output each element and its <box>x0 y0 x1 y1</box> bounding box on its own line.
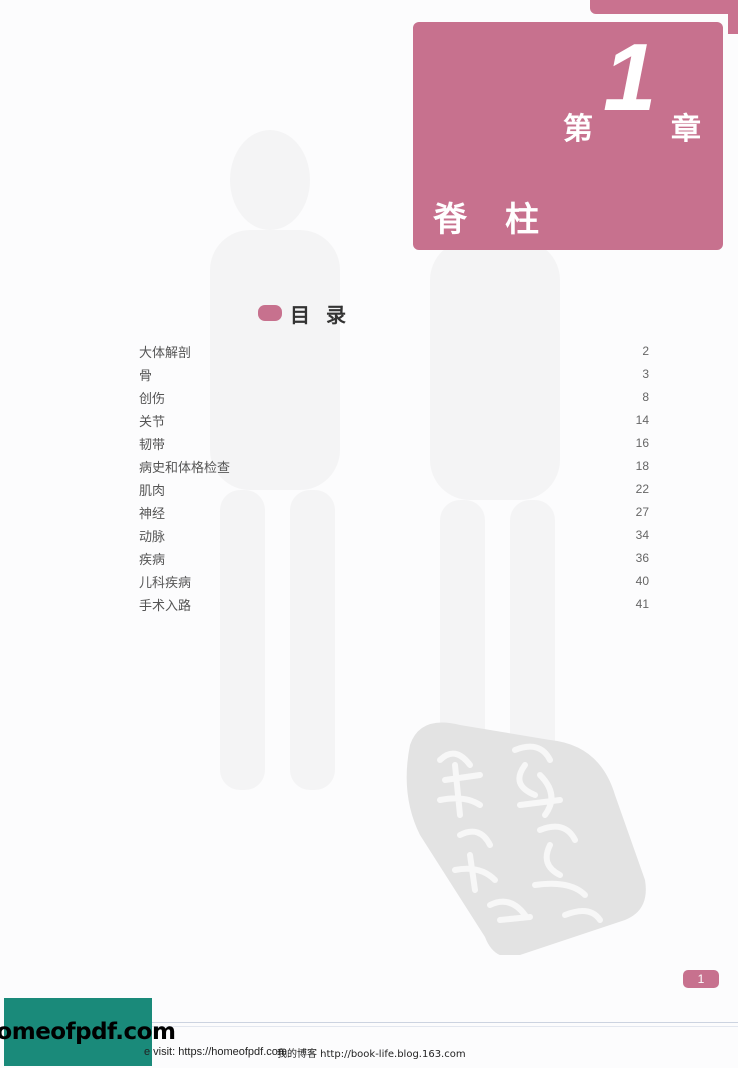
toc-entry-page: 14 <box>635 413 649 427</box>
toc-entry-label: 病史和体格检查 <box>139 461 231 476</box>
toc-heading: 目录 <box>258 300 362 327</box>
toc-entry-page: 18 <box>635 459 649 473</box>
chapter-prefix: 第 <box>563 112 593 147</box>
toc-entry-label: 关节 <box>139 415 166 430</box>
footer-divider <box>150 1022 738 1023</box>
toc-entry[interactable]: 肌肉 22 <box>139 478 649 501</box>
toc-entry-label: 肌肉 <box>139 484 166 499</box>
toc-entry-label: 韧带 <box>139 438 166 453</box>
footer-divider-secondary <box>150 1026 738 1027</box>
corner-tab-edge <box>728 14 738 34</box>
toc-entry[interactable]: 疾病 36 <box>139 547 649 570</box>
toc-entry-page: 34 <box>635 528 649 542</box>
toc-entry-label: 儿科疾病 <box>139 576 192 591</box>
toc-entry[interactable]: 病史和体格检查 18 <box>139 455 649 478</box>
toc-entry[interactable]: 骨3 <box>139 363 649 386</box>
toc-entry-label: 神经 <box>139 507 166 522</box>
watermark-logo[interactable]: homeofpdf.com <box>0 998 176 1066</box>
toc-entry[interactable]: 创伤 8 <box>139 386 649 409</box>
toc-heading-text: 目录 <box>290 302 362 327</box>
toc-entry[interactable]: 儿科疾病 40 <box>139 570 649 593</box>
table-of-contents: 大体解剖 2 骨 3 创伤 8 关节 14 韧带 16 病史和体格检查 18 肌肉 22 神经 27 动脉 34 疾… <box>139 340 649 616</box>
toc-entry-label: 大体解剖 <box>139 346 192 361</box>
toc-entry-label: 创伤 <box>139 392 166 407</box>
toc-entry[interactable]: 大体解剖 2 <box>139 340 649 363</box>
toc-entry-label: 疾病 <box>139 553 166 568</box>
toc-entry[interactable]: 动脉 34 <box>139 524 649 547</box>
toc-entry-page: 40 <box>635 574 649 588</box>
toc-entry-label: 骨 <box>139 369 153 384</box>
toc-entry-page: 2 <box>642 344 649 358</box>
page: 第 1 章 脊柱 目录 大体解剖 2 骨 3 创伤 8 关节 14 韧带 16 病史和体格检查 18 肌… <box>0 0 738 1068</box>
toc-entry-page: 22 <box>635 482 649 496</box>
toc-entry[interactable]: 韧带 16 <box>139 432 649 455</box>
toc-bullet-icon <box>258 305 282 321</box>
toc-entry-page: 3 <box>642 367 649 381</box>
seal-stamp-icon <box>406 722 646 955</box>
toc-entry-label: 动脉 <box>139 530 166 545</box>
toc-entry[interactable]: 关节 14 <box>139 409 649 432</box>
footer-blog-link[interactable]: 我的博客 http://book-life.blog.163.com <box>277 1045 466 1060</box>
chapter-title: 脊柱 <box>433 200 577 240</box>
footer-visit-link[interactable]: e visit: https://homeofpdf.com <box>144 1046 287 1058</box>
toc-entry-page: 41 <box>635 597 649 611</box>
toc-entry-page: 36 <box>635 551 649 565</box>
chapter-number: 1 <box>603 24 657 131</box>
corner-tab <box>590 0 738 14</box>
page-number: 1 <box>683 970 719 988</box>
toc-entry-label: 手术入路 <box>139 599 192 614</box>
toc-entry[interactable]: 手术入路 41 <box>139 593 649 616</box>
toc-entry[interactable]: 神经 27 <box>139 501 649 524</box>
toc-entry-page: 27 <box>635 505 649 519</box>
toc-entry-page: 16 <box>635 436 649 450</box>
toc-entry-page: 8 <box>642 390 649 404</box>
chapter-header: 第 1 章 脊柱 <box>413 22 723 250</box>
chapter-suffix: 章 <box>671 112 701 147</box>
